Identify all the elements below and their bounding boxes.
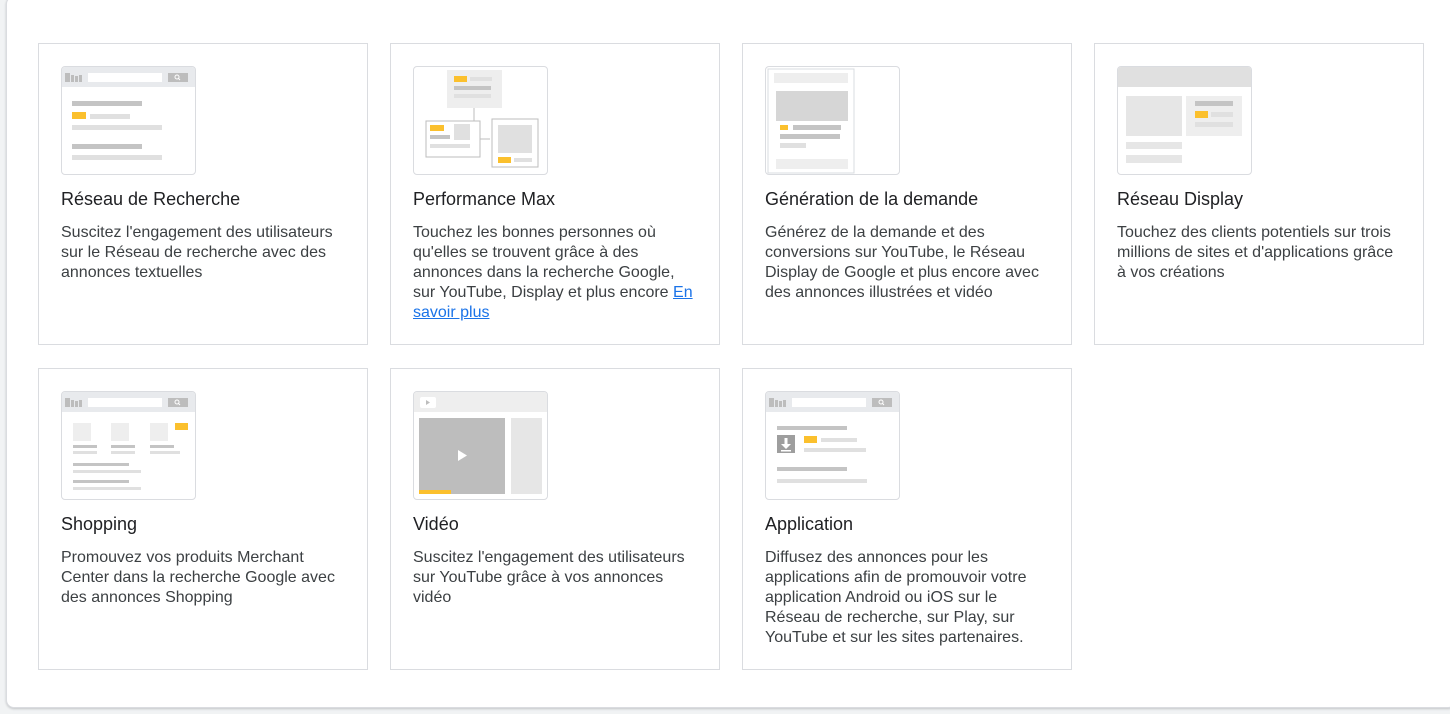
shopping-thumbnail bbox=[61, 391, 196, 500]
card-title: Performance Max bbox=[413, 189, 556, 209]
download-icon bbox=[777, 435, 795, 453]
card-description: Promouvez vos produits Merchant Center d… bbox=[61, 549, 335, 606]
video-thumbnail bbox=[413, 391, 548, 500]
card-title: Génération de la demande bbox=[765, 189, 979, 209]
app-thumbnail bbox=[765, 391, 900, 500]
campaign-type-card-shopping[interactable]: Shopping Promouvez vos produits Merchant… bbox=[38, 368, 368, 670]
card-title: Vidéo bbox=[413, 514, 459, 534]
demand-gen-thumbnail bbox=[765, 66, 900, 175]
card-title: Application bbox=[765, 514, 854, 534]
performance-max-thumbnail bbox=[413, 66, 548, 175]
card-description: Suscitez l'engagement des utilisateurs s… bbox=[61, 224, 333, 281]
card-title: Réseau Display bbox=[1117, 189, 1244, 209]
campaign-type-card-performance-max[interactable]: Performance Max Touchez les bonnes perso… bbox=[390, 43, 720, 345]
card-description: Générez de la demande et des conversions… bbox=[765, 224, 1039, 301]
campaign-type-card-video[interactable]: Vidéo Suscitez l'engagement des utilisat… bbox=[390, 368, 720, 670]
card-description: Touchez les bonnes personnes où qu'elles… bbox=[413, 224, 693, 321]
campaign-type-card-demand-gen[interactable]: Génération de la demande Générez de la d… bbox=[742, 43, 1072, 345]
card-title: Réseau de Recherche bbox=[61, 189, 241, 209]
campaign-type-card-search[interactable]: Réseau de Recherche Suscitez l'engagemen… bbox=[38, 43, 368, 345]
campaign-type-card-display[interactable]: Réseau Display Touchez des clients poten… bbox=[1094, 43, 1424, 345]
display-network-thumbnail bbox=[1117, 66, 1252, 175]
card-description: Suscitez l'engagement des utilisateurs s… bbox=[413, 549, 685, 606]
card-description: Diffusez des annonces pour les applicati… bbox=[765, 549, 1027, 646]
search-network-thumbnail bbox=[61, 66, 196, 175]
campaign-type-card-app[interactable]: Application Diffusez des annonces pour l… bbox=[742, 368, 1072, 670]
search-icon bbox=[168, 73, 188, 82]
search-icon bbox=[168, 398, 188, 407]
search-icon bbox=[872, 398, 892, 407]
card-description: Touchez des clients potentiels sur trois… bbox=[1117, 224, 1394, 281]
card-title: Shopping bbox=[61, 514, 138, 534]
